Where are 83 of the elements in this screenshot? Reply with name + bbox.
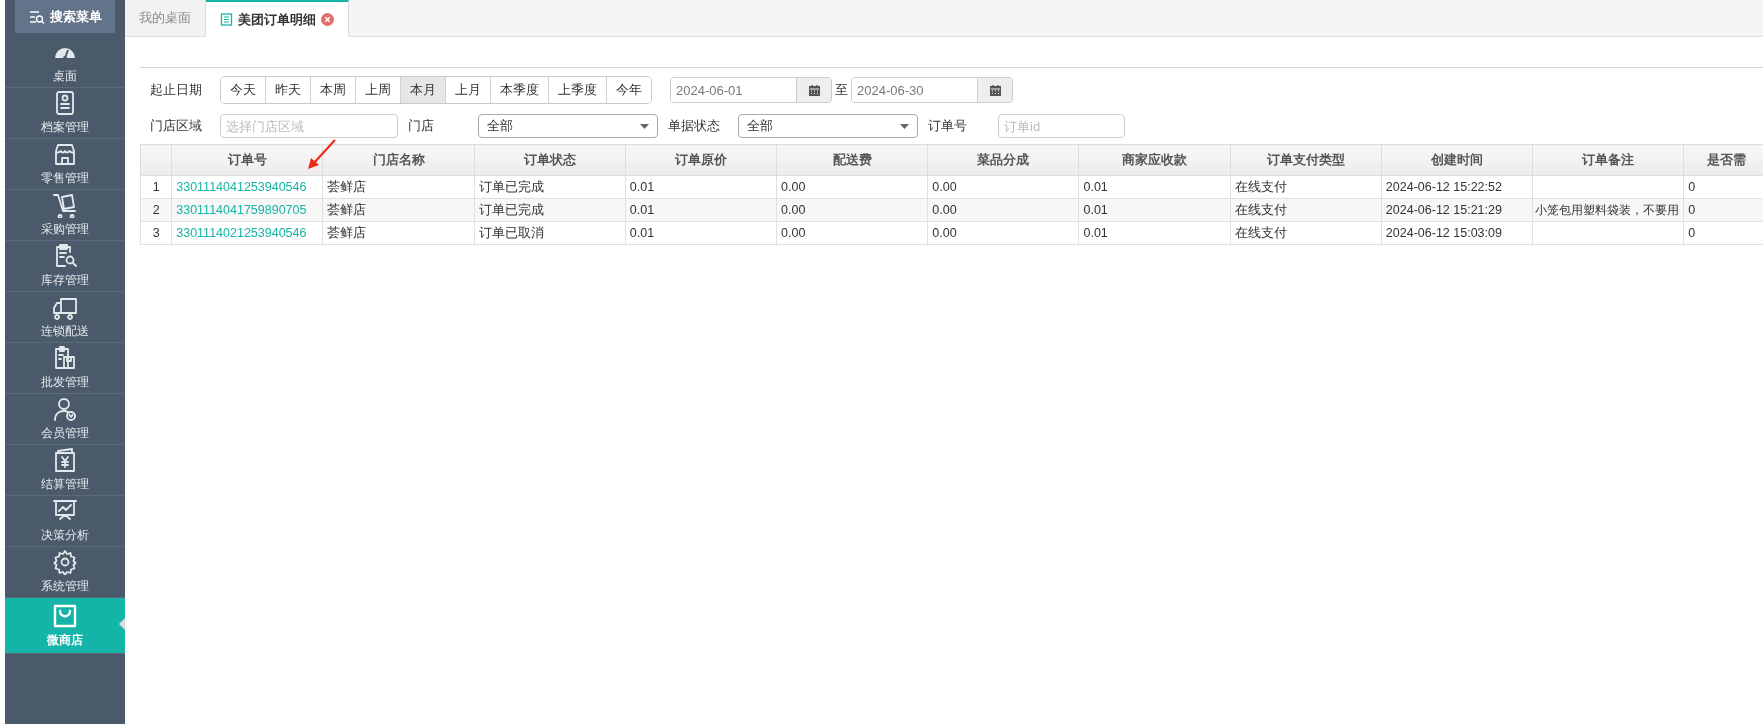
table-cell: 0.00	[927, 198, 1079, 222]
date-field[interactable]: 2024-06-01	[670, 77, 832, 103]
column-header: 订单备注	[1532, 144, 1684, 176]
sidebar-item[interactable]: 会员管理	[5, 394, 125, 445]
table-cell: 0.01	[1078, 198, 1231, 222]
table-cell: 0.01	[1078, 221, 1231, 245]
storefront-icon	[52, 141, 78, 167]
row-number: 3	[140, 221, 172, 245]
sidebar-item[interactable]: 采购管理	[5, 190, 125, 241]
row-number: 1	[140, 175, 172, 199]
arrow-annotation	[305, 138, 337, 170]
table-cell: 在线支付	[1230, 175, 1382, 199]
column-header: 配送费	[776, 144, 928, 176]
sidebar-item[interactable]: 结算管理	[5, 445, 125, 496]
sidebar-item[interactable]: 档案管理	[5, 88, 125, 139]
calendar-icon	[807, 83, 821, 97]
table-cell: 2024-06-12 15:21:29	[1381, 198, 1533, 222]
table-cell: 0.00	[927, 221, 1079, 245]
settings-icon	[52, 549, 78, 575]
caret-icon	[900, 123, 909, 129]
row-number: 2	[140, 198, 172, 222]
sidebar-item[interactable]: 库存管理	[5, 241, 125, 292]
table-cell: 2024-06-12 15:22:52	[1381, 175, 1533, 199]
filter-label: 单据状态	[668, 117, 721, 135]
caret-icon	[640, 123, 649, 129]
date-range-button[interactable]: 本月	[401, 77, 446, 103]
close-icon[interactable]	[321, 13, 334, 26]
order-number-field[interactable]: 订单id	[998, 114, 1125, 138]
calendar-button[interactable]	[796, 78, 831, 102]
search-menu-button[interactable]: 搜索菜单	[15, 0, 115, 33]
table-cell: 0.00	[776, 221, 928, 245]
table-cell: 2024-06-12 15:03:09	[1381, 221, 1533, 245]
separator-text: 至	[835, 81, 848, 99]
store-area-label: 门店区域	[150, 117, 203, 135]
dropdown[interactable]: 全部	[478, 114, 658, 138]
sidebar-item[interactable]: 批发管理	[5, 343, 125, 394]
table-cell: 0.00	[776, 175, 928, 199]
column-header: 商家应收款	[1078, 144, 1231, 176]
shopping-bag-icon	[52, 602, 78, 629]
column-header: 创建时间	[1381, 144, 1533, 176]
sidebar-item[interactable]: 连锁配送	[5, 292, 125, 343]
column-header: 菜品分成	[927, 144, 1079, 176]
boxes-icon	[52, 345, 78, 371]
table-cell: 0.01	[625, 175, 777, 199]
table-cell: 荟鲜店	[322, 175, 475, 199]
table-cell: 0.01	[1078, 175, 1231, 199]
table-cell: 0.01	[625, 198, 777, 222]
table-cell: 订单已完成	[474, 175, 626, 199]
table-cell: 在线支付	[1230, 198, 1382, 222]
table-cell: 订单已取消	[474, 221, 626, 245]
tab[interactable]: 美团订单明细	[206, 0, 349, 37]
column-header: 订单号	[171, 144, 323, 176]
store-area-field[interactable]: 选择门店区域	[220, 114, 398, 138]
table-cell: 0.00	[927, 175, 1079, 199]
filter-label: 门店	[408, 117, 435, 135]
user-badge-icon	[52, 396, 78, 422]
calendar-icon	[988, 83, 1002, 97]
date-range-label: 起止日期	[150, 81, 203, 99]
search-menu-icon	[28, 9, 45, 24]
table-cell: 在线支付	[1230, 221, 1382, 245]
table-cell: 订单已完成	[474, 198, 626, 222]
table-cell: 小笼包用塑料袋装，不要用	[1532, 198, 1684, 222]
sidebar-item[interactable]: 决策分析	[5, 496, 125, 547]
table-cell: 0.00	[776, 198, 928, 222]
sidebar-item[interactable]: 零售管理	[5, 139, 125, 190]
column-header: 订单原价	[625, 144, 777, 176]
column-header: 是否需	[1683, 144, 1763, 176]
table-cell: 0.01	[625, 221, 777, 245]
calendar-button[interactable]	[977, 78, 1012, 102]
list-icon	[220, 13, 233, 26]
table-cell: 荟鲜店	[322, 198, 475, 222]
column-header: 订单支付类型	[1230, 144, 1382, 176]
header-cell	[140, 144, 172, 176]
dropdown[interactable]: 全部	[738, 114, 918, 138]
sidebar-item[interactable]: 桌面	[5, 37, 125, 88]
cart-icon	[52, 192, 78, 218]
column-header: 订单状态	[474, 144, 626, 176]
date-field[interactable]: 2024-06-30	[851, 77, 1013, 103]
table-cell: 荟鲜店	[322, 221, 475, 245]
date-range-button[interactable]: 今天	[221, 77, 266, 103]
column-header: 门店名称	[322, 144, 475, 176]
wallet-yen-icon	[52, 447, 78, 473]
order-number-label: 订单号	[928, 117, 968, 135]
